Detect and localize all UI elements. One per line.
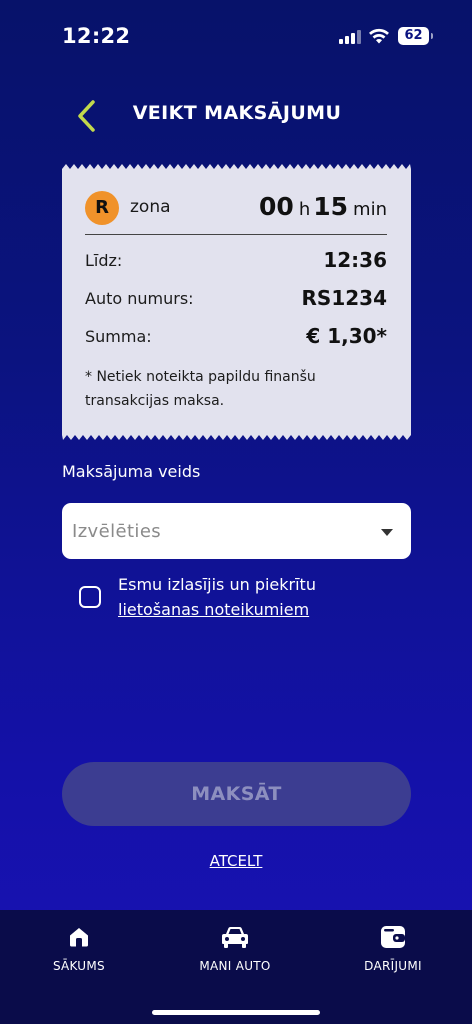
duration-hours: 00 bbox=[259, 192, 294, 221]
payment-method-label: Maksājuma veids bbox=[62, 462, 201, 481]
battery-icon: 62 bbox=[398, 27, 433, 45]
cancel-link[interactable]: ATCELT bbox=[210, 852, 263, 870]
row-label: Summa: bbox=[85, 327, 152, 346]
tab-label: MANI AUTO bbox=[199, 959, 271, 973]
tab-transactions[interactable]: DARĪJUMI bbox=[333, 924, 453, 973]
terms-checkbox[interactable] bbox=[79, 586, 101, 608]
status-bar: 12:22 62 bbox=[0, 0, 472, 72]
row-plate: Auto numurs: RS1234 bbox=[85, 286, 387, 312]
row-value: € 1,30* bbox=[306, 324, 387, 348]
wallet-icon bbox=[381, 926, 405, 948]
zone-badge: R bbox=[85, 191, 119, 225]
signal-icon bbox=[339, 30, 361, 44]
car-icon bbox=[222, 927, 248, 948]
row-label: Līdz: bbox=[85, 251, 123, 270]
terms-statement: Esmu izlasījis un piekrītu bbox=[118, 575, 316, 594]
terms-link[interactable]: lietošanas noteikumiem bbox=[118, 600, 309, 619]
terms-text: Esmu izlasījis un piekrītu lietošanas no… bbox=[118, 572, 316, 622]
tab-home[interactable]: SĀKUMS bbox=[19, 924, 139, 973]
wifi-icon bbox=[369, 28, 389, 44]
row-sum: Summa: € 1,30* bbox=[85, 324, 387, 350]
receipt-card: R zona 00 h 15 min Līdz: 12:36 Auto numurs:… bbox=[62, 164, 411, 440]
minutes-unit: min bbox=[353, 199, 387, 220]
cancel-container: ATCELT bbox=[0, 852, 472, 870]
tab-bar: SĀKUMS MANI AUTO DARĪJUMI bbox=[0, 910, 472, 1024]
tab-my-cars[interactable]: MANI AUTO bbox=[175, 924, 295, 973]
tab-label: DARĪJUMI bbox=[364, 959, 422, 973]
select-placeholder: Izvēlēties bbox=[72, 521, 162, 542]
hours-unit: h bbox=[298, 199, 311, 220]
home-icon bbox=[70, 928, 88, 947]
fee-note: * Netiek noteikta papildu finanšu transa… bbox=[85, 369, 316, 409]
parking-duration: 00 h 15 min bbox=[259, 192, 387, 221]
duration-minutes: 15 bbox=[313, 192, 349, 221]
caret-down-icon bbox=[381, 529, 393, 536]
tab-label: SĀKUMS bbox=[53, 959, 105, 973]
row-label: Auto numurs: bbox=[85, 289, 194, 308]
home-indicator bbox=[152, 1010, 320, 1015]
payment-method-select[interactable]: Izvēlēties bbox=[62, 503, 411, 559]
row-until: Līdz: 12:36 bbox=[85, 248, 387, 274]
row-value: 12:36 bbox=[323, 248, 387, 272]
zone-label: zona bbox=[130, 197, 171, 217]
divider bbox=[85, 234, 387, 235]
pay-button[interactable]: MAKSĀT bbox=[62, 762, 411, 826]
page-title: VEIKT MAKSĀJUMU bbox=[132, 102, 342, 124]
row-value: RS1234 bbox=[301, 286, 387, 310]
status-time: 12:22 bbox=[62, 24, 131, 48]
